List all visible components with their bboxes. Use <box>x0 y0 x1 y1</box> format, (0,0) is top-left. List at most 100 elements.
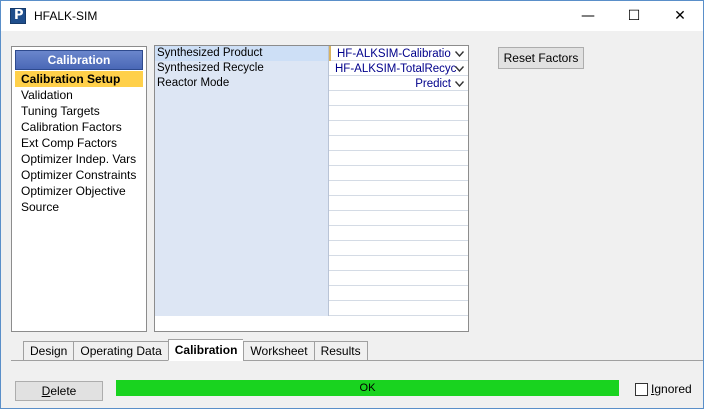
delete-label: elete <box>50 384 77 398</box>
app-icon <box>10 8 26 24</box>
grid-label-synthesized-product: Synthesized Product <box>155 46 329 61</box>
empty-grid-row <box>155 271 468 286</box>
nav-item-calibration-setup[interactable]: Calibration Setup <box>15 71 143 87</box>
empty-grid-label <box>155 271 329 286</box>
empty-grid-row <box>155 256 468 271</box>
empty-grid-row <box>155 301 468 316</box>
chevron-down-icon[interactable] <box>454 78 465 89</box>
empty-grid-row <box>155 136 468 151</box>
grid-row: Synthesized Recycle HF-ALKSIM-TotalRecyc <box>155 61 468 76</box>
nav-item-optimizer-indep-vars[interactable]: Optimizer Indep. Vars <box>15 151 143 167</box>
synthesized-product-value: HF-ALKSIM-Calibratio <box>337 47 451 60</box>
reactor-mode-select[interactable]: Predict <box>329 76 468 91</box>
synthesized-product-select[interactable]: HF-ALKSIM-Calibratio <box>329 46 468 61</box>
ignored-checkbox[interactable]: Ignored <box>635 382 692 396</box>
empty-grid-row <box>155 241 468 256</box>
grid-row: Synthesized Product HF-ALKSIM-Calibratio <box>155 46 468 61</box>
checkbox-box[interactable] <box>635 382 648 396</box>
empty-grid-value <box>329 166 468 181</box>
empty-grid-value <box>329 241 468 256</box>
empty-grid-label <box>155 196 329 211</box>
empty-grid-value <box>329 211 468 226</box>
empty-grid-label <box>155 106 329 121</box>
empty-grid-label <box>155 166 329 181</box>
empty-grid-label <box>155 226 329 241</box>
app-window: HFALK-SIM — ☐ ✕ Calibration Calibration … <box>0 0 704 409</box>
property-grid: Synthesized Product HF-ALKSIM-Calibratio… <box>154 45 469 332</box>
empty-grid-label <box>155 151 329 166</box>
empty-grid-value <box>329 151 468 166</box>
empty-grid-row <box>155 211 468 226</box>
delete-button[interactable]: Delete <box>15 381 103 401</box>
empty-grid-label <box>155 256 329 271</box>
empty-grid-label <box>155 121 329 136</box>
empty-grid-label <box>155 181 329 196</box>
empty-grid-label <box>155 301 329 316</box>
tab-calibration[interactable]: Calibration <box>167 339 244 361</box>
empty-grid-row <box>155 181 468 196</box>
reset-factors-button[interactable]: Reset Factors <box>498 47 584 69</box>
nav-panel: Calibration Calibration Setup Validation… <box>11 46 147 332</box>
tab-design[interactable]: Design <box>23 341 74 361</box>
empty-grid-row <box>155 196 468 211</box>
empty-grid-rows <box>155 91 468 316</box>
chevron-down-icon[interactable] <box>454 63 465 74</box>
grid-row: Reactor Mode Predict <box>155 76 468 91</box>
window-title: HFALK-SIM <box>34 9 98 23</box>
nav-item-calibration-factors[interactable]: Calibration Factors <box>15 119 143 135</box>
empty-grid-row <box>155 286 468 301</box>
ignored-label: Ignored <box>651 382 692 396</box>
grid-label-synthesized-recycle: Synthesized Recycle <box>155 61 329 76</box>
empty-grid-label <box>155 211 329 226</box>
empty-grid-value <box>329 226 468 241</box>
close-icon: ✕ <box>674 8 686 24</box>
title-bar[interactable]: HFALK-SIM — ☐ ✕ <box>1 1 703 31</box>
synthesized-recycle-select[interactable]: HF-ALKSIM-TotalRecyc <box>329 61 468 76</box>
empty-grid-value <box>329 136 468 151</box>
nav-header: Calibration <box>15 50 143 70</box>
empty-grid-label <box>155 136 329 151</box>
empty-grid-label <box>155 91 329 106</box>
status-text: OK <box>359 382 376 394</box>
empty-grid-row <box>155 91 468 106</box>
minimize-button[interactable]: — <box>565 1 611 31</box>
empty-grid-value <box>329 121 468 136</box>
maximize-button[interactable]: ☐ <box>611 1 657 31</box>
empty-grid-value <box>329 196 468 211</box>
delete-accelerator: D <box>41 384 51 398</box>
nav-item-optimizer-constraints[interactable]: Optimizer Constraints <box>15 167 143 183</box>
empty-grid-value <box>329 91 468 106</box>
tab-worksheet[interactable]: Worksheet <box>243 341 314 361</box>
nav-item-source[interactable]: Source <box>15 199 143 215</box>
status-bar: OK <box>116 380 619 396</box>
empty-grid-value <box>329 181 468 196</box>
minimize-icon: — <box>581 8 595 24</box>
empty-grid-label <box>155 286 329 301</box>
maximize-icon: ☐ <box>627 8 641 24</box>
empty-grid-row <box>155 121 468 136</box>
empty-grid-value <box>329 301 468 316</box>
tab-operating-data[interactable]: Operating Data <box>73 341 168 361</box>
reactor-mode-value: Predict <box>415 77 451 90</box>
window-controls: — ☐ ✕ <box>565 1 703 31</box>
ignored-label-rest: gnored <box>654 382 692 396</box>
empty-grid-row <box>155 166 468 181</box>
empty-grid-row <box>155 226 468 241</box>
empty-grid-value <box>329 271 468 286</box>
tab-results[interactable]: Results <box>313 341 368 361</box>
empty-grid-value <box>329 286 468 301</box>
tab-strip: Design Operating Data Calibration Worksh… <box>23 339 368 361</box>
grid-label-reactor-mode: Reactor Mode <box>155 76 329 91</box>
synthesized-recycle-value: HF-ALKSIM-TotalRecyc <box>335 62 457 75</box>
nav-item-ext-comp-factors[interactable]: Ext Comp Factors <box>15 135 143 151</box>
nav-item-optimizer-objective[interactable]: Optimizer Objective <box>15 183 143 199</box>
chevron-down-icon[interactable] <box>454 48 465 59</box>
nav-list: Calibration Setup Validation Tuning Targ… <box>12 71 146 215</box>
empty-grid-value <box>329 256 468 271</box>
nav-item-tuning-targets[interactable]: Tuning Targets <box>15 103 143 119</box>
empty-grid-value <box>329 106 468 121</box>
empty-grid-row <box>155 151 468 166</box>
empty-grid-label <box>155 241 329 256</box>
close-button[interactable]: ✕ <box>657 1 703 31</box>
nav-item-validation[interactable]: Validation <box>15 87 143 103</box>
